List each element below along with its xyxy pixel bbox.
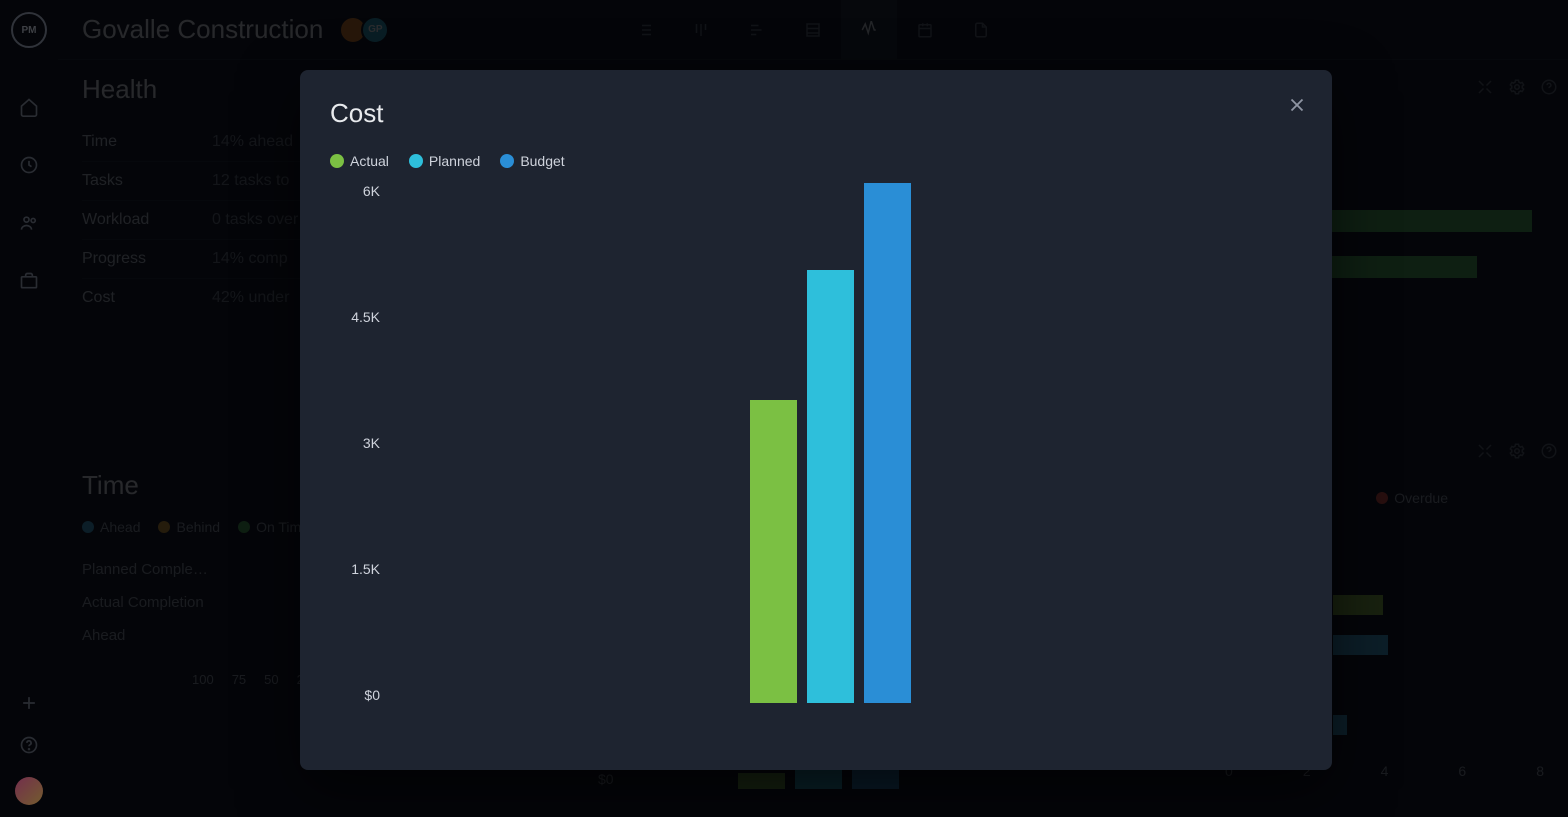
legend-dot-icon bbox=[500, 154, 514, 168]
chart-bars bbox=[750, 183, 911, 703]
legend-item: Budget bbox=[500, 153, 564, 169]
legend-item: Actual bbox=[330, 153, 389, 169]
chart-area: 6K 4.5K 3K 1.5K $0 bbox=[330, 183, 1302, 723]
legend-dot-icon bbox=[409, 154, 423, 168]
modal-title: Cost bbox=[330, 98, 1302, 129]
cost-modal: Cost Actual Planned Budget 6K 4.5K 3K 1.… bbox=[300, 70, 1332, 770]
chart-y-axis: 6K 4.5K 3K 1.5K $0 bbox=[330, 183, 380, 703]
chart-bar-actual bbox=[750, 400, 797, 703]
close-icon[interactable] bbox=[1286, 94, 1308, 121]
chart-bar-budget bbox=[864, 183, 911, 703]
chart-bar-planned bbox=[807, 270, 854, 703]
legend-item: Planned bbox=[409, 153, 480, 169]
chart-legend: Actual Planned Budget bbox=[330, 153, 1302, 169]
legend-dot-icon bbox=[330, 154, 344, 168]
